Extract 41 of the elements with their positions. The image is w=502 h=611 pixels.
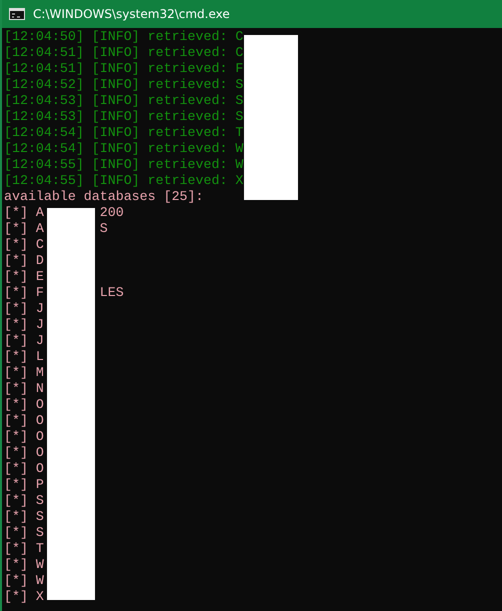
log-line: [12:04:53] [INFO] retrieved: S — [4, 93, 244, 109]
database-entry: [*] O — [4, 413, 44, 429]
log-line: [12:04:51] [INFO] retrieved: F — [4, 61, 244, 77]
database-entry: [*] X — [4, 589, 44, 605]
database-entry: [*] F — [4, 285, 44, 301]
database-entry: [*] D — [4, 253, 44, 269]
log-line: [12:04:53] [INFO] retrieved: S — [4, 109, 244, 125]
database-entry: [*] O — [4, 461, 44, 477]
database-entry: [*] T — [4, 541, 44, 557]
database-entry: [*] J — [4, 317, 44, 333]
log-line: [12:04:51] [INFO] retrieved: C — [4, 45, 244, 61]
database-entry: [*] P — [4, 477, 44, 493]
database-entry-tail: LES — [100, 285, 124, 301]
log-line: [12:04:50] [INFO] retrieved: C — [4, 29, 244, 45]
log-line: [12:04:55] [INFO] retrieved: X — [4, 173, 244, 189]
database-entry: [*] L — [4, 349, 44, 365]
log-line: [12:04:55] [INFO] retrieved: W — [4, 157, 244, 173]
database-entry: [*] C — [4, 237, 44, 253]
database-entry: [*] W — [4, 557, 44, 573]
database-entry: [*] S — [4, 525, 44, 541]
log-line: [12:04:54] [INFO] retrieved: T — [4, 125, 244, 141]
database-entry: [*] W — [4, 573, 44, 589]
database-entry-tail: S — [100, 221, 108, 237]
database-entry-tail: 200 — [100, 205, 124, 221]
database-entry: [*] O — [4, 445, 44, 461]
database-entry: [*] S — [4, 509, 44, 525]
database-entry: [*] M — [4, 365, 44, 381]
database-entry: [*] S — [4, 493, 44, 509]
window-title: C:\WINDOWS\system32\cmd.exe — [33, 7, 230, 21]
database-entry: [*] A — [4, 221, 44, 237]
console-icon — [9, 8, 25, 20]
database-entry: [*] J — [4, 333, 44, 349]
database-entry: [*] E — [4, 269, 44, 285]
database-entry: [*] A — [4, 205, 44, 221]
database-entry: [*] O — [4, 429, 44, 445]
log-line: [12:04:54] [INFO] retrieved: W — [4, 141, 244, 157]
database-entry: [*] O — [4, 397, 44, 413]
output-heading: available databases [25]: — [4, 189, 204, 205]
log-line: [12:04:52] [INFO] retrieved: S — [4, 77, 244, 93]
database-entry: [*] J — [4, 301, 44, 317]
database-entry: [*] N — [4, 381, 44, 397]
